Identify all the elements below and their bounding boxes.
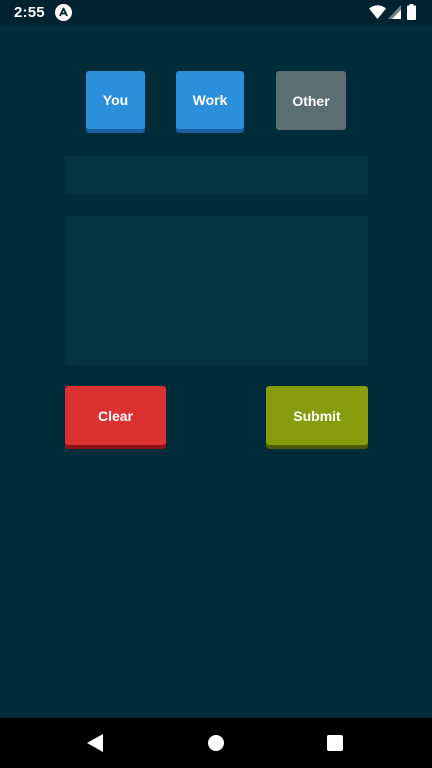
submit-button[interactable]: Submit (266, 386, 368, 445)
wifi-icon (369, 5, 386, 19)
status-time: 2:55 (14, 4, 45, 21)
home-icon[interactable] (208, 735, 224, 751)
status-bar: 2:55 (0, 0, 432, 25)
navigation-bar (0, 718, 432, 768)
body-textarea[interactable] (65, 216, 368, 365)
clear-button[interactable]: Clear (65, 386, 166, 445)
note-editor: You Work Other Clear Submit (0, 25, 432, 718)
title-input[interactable] (65, 156, 368, 194)
signal-icon (388, 5, 401, 19)
category-work-button[interactable]: Work (176, 71, 244, 129)
category-you-button[interactable]: You (86, 71, 145, 129)
recents-icon[interactable] (327, 735, 343, 751)
battery-icon (407, 4, 416, 20)
notification-a-icon (55, 4, 72, 21)
back-icon[interactable] (87, 734, 104, 752)
category-other-button[interactable]: Other (276, 71, 346, 130)
